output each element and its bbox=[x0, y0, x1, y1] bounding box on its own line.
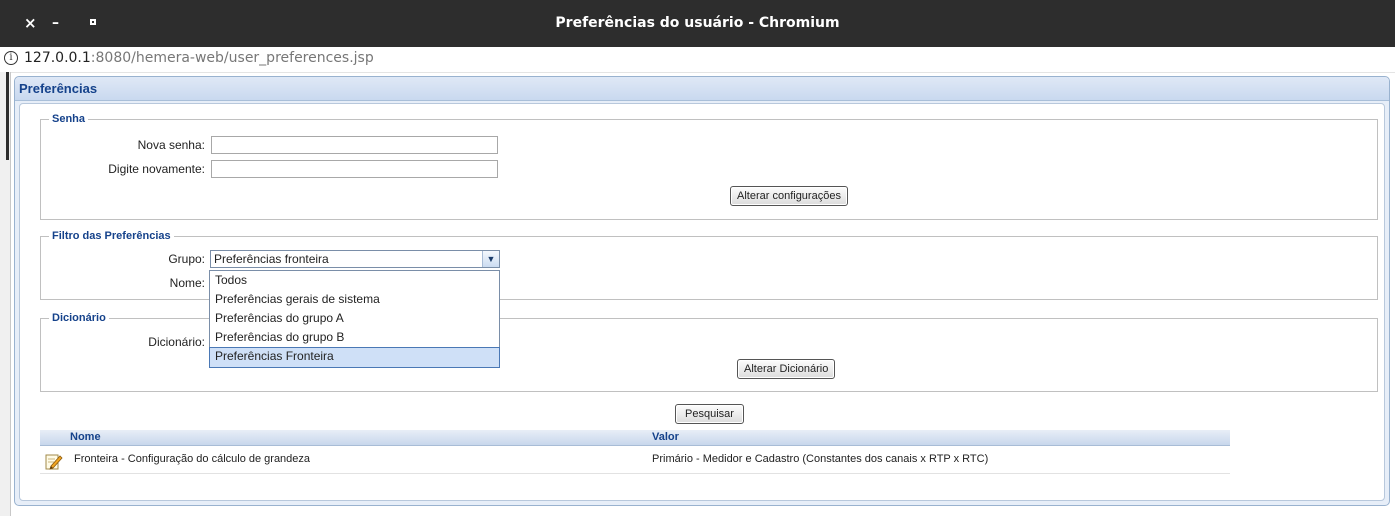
pesquisar-button[interactable]: Pesquisar bbox=[675, 404, 744, 424]
address-bar[interactable]: i 127.0.0.1:8080/hemera-web/user_prefere… bbox=[0, 47, 1395, 73]
window-title: Preferências do usuário - Chromium bbox=[555, 15, 840, 31]
alterar-dicionario-button[interactable]: Alterar Dicionário bbox=[737, 359, 836, 379]
dicionario-label: Dicionário: bbox=[148, 335, 205, 349]
edge-shadow bbox=[6, 72, 9, 160]
table-row[interactable]: Fronteira - Configuração do cálculo de g… bbox=[40, 449, 1230, 474]
grupo-select[interactable]: Preferências fronteira ▼ bbox=[210, 250, 500, 268]
panel-header: Preferências bbox=[15, 77, 1389, 101]
column-header-nome[interactable]: Nome bbox=[70, 431, 101, 443]
grupo-select-value: Preferências fronteira bbox=[214, 252, 329, 266]
grupo-dropdown-list: Todos Preferências gerais de sistema Pre… bbox=[209, 270, 500, 368]
dropdown-option[interactable]: Todos bbox=[210, 271, 499, 290]
column-header-valor[interactable]: Valor bbox=[652, 431, 679, 443]
dropdown-option[interactable]: Preferências do grupo B bbox=[210, 328, 499, 347]
alterar-configuracoes-button[interactable]: Alterar configurações bbox=[730, 186, 848, 206]
url-host: 127.0.0.1 bbox=[24, 50, 91, 66]
filtro-legend: Filtro das Preferências bbox=[49, 230, 174, 242]
cell-nome: Fronteira - Configuração do cálculo de g… bbox=[74, 453, 311, 465]
dropdown-option[interactable]: Preferências do grupo A bbox=[210, 309, 499, 328]
dicionario-legend: Dicionário bbox=[49, 312, 109, 324]
window-titlebar: × – Preferências do usuário - Chromium bbox=[0, 0, 1395, 47]
cell-valor: Primário - Medidor e Cadastro (Constante… bbox=[652, 453, 989, 465]
chevron-down-icon[interactable]: ▼ bbox=[482, 251, 499, 267]
nome-label: Nome: bbox=[169, 276, 205, 290]
left-window-edge bbox=[0, 72, 11, 516]
url-text[interactable]: 127.0.0.1:8080/hemera-web/user_preferenc… bbox=[24, 50, 374, 66]
dropdown-option[interactable]: Preferências gerais de sistema bbox=[210, 290, 499, 309]
edit-icon[interactable] bbox=[45, 452, 63, 470]
dropdown-option-selected[interactable]: Preferências Fronteira bbox=[209, 347, 500, 368]
url-path: :8080/hemera-web/user_preferences.jsp bbox=[90, 50, 374, 66]
digite-novamente-input[interactable] bbox=[211, 160, 498, 178]
results-grid-header: Nome Valor bbox=[40, 430, 1230, 446]
grupo-label: Grupo: bbox=[168, 252, 205, 266]
nova-senha-input[interactable] bbox=[211, 136, 498, 154]
panel-title: Preferências bbox=[19, 81, 98, 96]
info-icon[interactable]: i bbox=[4, 51, 18, 65]
nova-senha-label: Nova senha: bbox=[137, 138, 205, 152]
digite-novamente-label: Digite novamente: bbox=[108, 162, 205, 176]
senha-legend: Senha bbox=[49, 113, 89, 125]
